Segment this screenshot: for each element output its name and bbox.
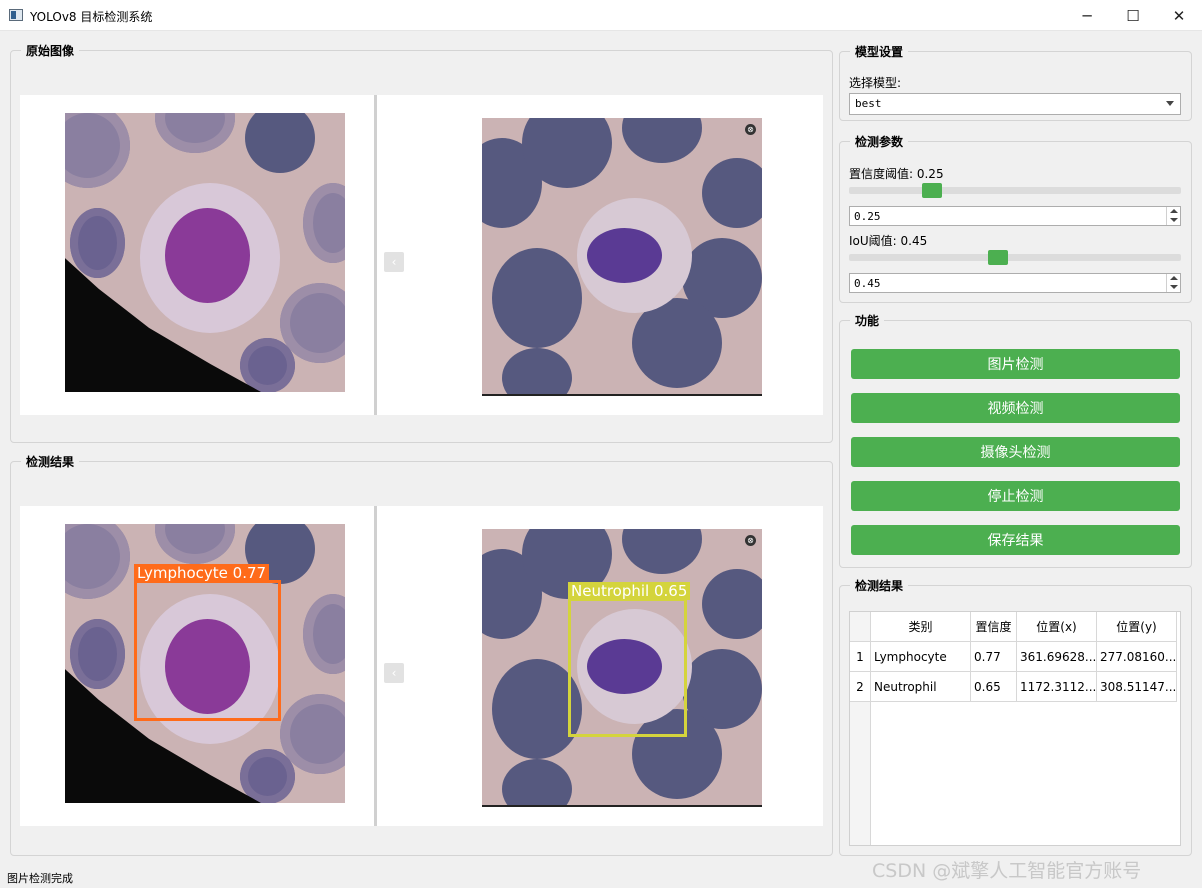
header-position-x[interactable]: 位置(x) — [1017, 612, 1097, 642]
iou-spinbox-value: 0.45 — [854, 277, 881, 290]
table-cell[interactable]: 0.65 — [971, 672, 1017, 702]
neutrophil-original-image: ⊗ — [482, 118, 762, 396]
conf-slider-handle[interactable] — [922, 183, 942, 198]
row-header-2[interactable]: 2 — [850, 672, 871, 702]
iou-slider-handle[interactable] — [988, 250, 1008, 265]
spin-down-icon[interactable] — [1166, 216, 1180, 225]
model-settings-title: 模型设置 — [850, 43, 909, 60]
chevron-down-icon — [1166, 101, 1174, 106]
video-detect-button[interactable]: 视频检测 — [851, 393, 1180, 423]
watermark: CSDN @斌擎人工智能官方账号 — [872, 860, 1142, 882]
minimize-button[interactable]: ─ — [1064, 0, 1110, 31]
lymphocyte-bbox-label: Lymphocyte 0.77 — [134, 564, 270, 582]
close-button[interactable]: ✕ — [1156, 0, 1202, 31]
spin-down-icon[interactable] — [1166, 283, 1180, 292]
lymphocyte-original-image — [65, 113, 345, 392]
table-cell[interactable]: Lymphocyte — [871, 642, 971, 672]
header-category[interactable]: 类别 — [871, 612, 971, 642]
prev-image-button[interactable]: ‹ — [384, 252, 404, 272]
conf-spinbox-value: 0.25 — [854, 210, 881, 223]
original-image-title: 原始图像 — [21, 42, 80, 59]
table-cell[interactable]: 308.51147... — [1097, 672, 1177, 702]
app-icon — [9, 9, 23, 21]
result-image-title: 检测结果 — [21, 453, 80, 470]
maximize-button[interactable]: ☐ — [1110, 0, 1156, 31]
window-title: YOLOv8 目标检测系统 — [30, 10, 153, 24]
prev-result-button[interactable]: ‹ — [384, 663, 404, 683]
result-corner-icon: ⊗ — [745, 535, 756, 546]
model-select[interactable]: best — [849, 93, 1181, 115]
iou-slider[interactable] — [849, 250, 1181, 265]
spin-up-icon[interactable] — [1166, 274, 1180, 283]
select-model-label: 选择模型: — [849, 76, 902, 90]
results-table-title: 检测结果 — [850, 577, 909, 594]
table-cell[interactable]: 361.69628... — [1017, 642, 1097, 672]
detect-params-title: 检测参数 — [850, 133, 909, 150]
row-header-column — [850, 702, 871, 845]
lymphocyte-result-image: Lymphocyte 0.77 — [65, 524, 345, 803]
neutrophil-bbox: Neutrophil 0.65 — [568, 582, 691, 737]
stop-detect-button[interactable]: 停止检测 — [851, 481, 1180, 511]
header-position-y[interactable]: 位置(y) — [1097, 612, 1177, 642]
save-result-button[interactable]: 保存结果 — [851, 525, 1180, 555]
table-cell[interactable]: Neutrophil — [871, 672, 971, 702]
neutrophil-result-image: ⊗ Neutrophil 0.65 — [482, 529, 762, 807]
table-corner[interactable] — [850, 612, 871, 642]
iou-spinbox[interactable]: 0.45 — [849, 273, 1181, 293]
functions-title: 功能 — [850, 312, 885, 329]
results-table[interactable]: 类别 置信度 位置(x) 位置(y) 1 Lymphocyte 0.77 361… — [849, 611, 1181, 846]
camera-detect-button[interactable]: 摄像头检测 — [851, 437, 1180, 467]
image-corner-icon: ⊗ — [745, 124, 756, 135]
conf-label: 置信度阈值: 0.25 — [849, 167, 944, 181]
image-detect-button[interactable]: 图片检测 — [851, 349, 1180, 379]
lymphocyte-bbox: Lymphocyte 0.77 — [134, 564, 281, 721]
neutrophil-bbox-label: Neutrophil 0.65 — [568, 582, 691, 600]
table-cell[interactable]: 277.08160... — [1097, 642, 1177, 672]
table-cell[interactable]: 0.77 — [971, 642, 1017, 672]
spin-up-icon[interactable] — [1166, 207, 1180, 216]
header-confidence[interactable]: 置信度 — [971, 612, 1017, 642]
conf-spinbox[interactable]: 0.25 — [849, 206, 1181, 226]
table-cell[interactable]: 1172.3112... — [1017, 672, 1097, 702]
conf-slider[interactable] — [849, 183, 1181, 198]
model-select-value: best — [855, 97, 882, 110]
title-bar: YOLOv8 目标检测系统 ─ ☐ ✕ — [0, 0, 1202, 31]
iou-label: IoU阈值: 0.45 — [849, 234, 928, 248]
status-text: 图片检测完成 — [7, 872, 73, 885]
row-header-1[interactable]: 1 — [850, 642, 871, 672]
